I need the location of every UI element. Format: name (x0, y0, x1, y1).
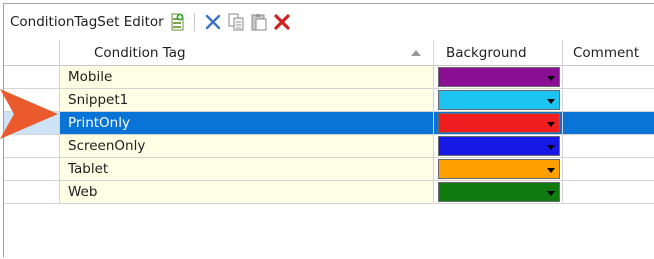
column-header-label: Background (446, 45, 527, 61)
dropdown-arrow-icon[interactable] (547, 145, 555, 150)
scissors-icon[interactable] (203, 12, 223, 32)
condition-tag-cell[interactable]: Snippet1 (60, 89, 434, 112)
table-row-selected[interactable]: PrintOnly (4, 112, 654, 135)
background-cell[interactable] (434, 158, 563, 181)
dropdown-arrow-icon[interactable] (547, 99, 555, 104)
comment-cell[interactable] (563, 112, 654, 135)
column-header-background[interactable]: Background (434, 40, 563, 66)
dropdown-arrow-icon[interactable] (547, 191, 555, 196)
background-cell[interactable] (434, 112, 563, 135)
condition-tag-name: ScreenOnly (68, 138, 146, 154)
condition-tag-name: Web (68, 184, 98, 200)
comment-cell[interactable] (563, 66, 654, 89)
condition-tag-name: PrintOnly (68, 115, 130, 131)
dropdown-arrow-icon[interactable] (547, 168, 555, 173)
editor-title: ConditionTagSet Editor (10, 14, 164, 30)
color-picker[interactable] (438, 67, 560, 87)
condition-tag-cell[interactable]: ScreenOnly (60, 135, 434, 158)
dropdown-arrow-icon[interactable] (547, 122, 555, 127)
color-picker[interactable] (438, 90, 560, 110)
header-row: Condition Tag Background Comment (4, 40, 654, 66)
background-cell[interactable] (434, 66, 563, 89)
comment-cell[interactable] (563, 135, 654, 158)
callout-arrow-icon (0, 89, 58, 139)
table-row[interactable]: Snippet1 (4, 89, 654, 112)
toolbar-separator (193, 13, 195, 31)
row-selector[interactable] (4, 158, 60, 181)
copy-icon[interactable] (226, 12, 246, 32)
color-picker[interactable] (438, 182, 560, 202)
color-picker[interactable] (438, 113, 560, 133)
sort-ascending-icon (411, 50, 421, 56)
add-document-icon[interactable] (167, 12, 187, 32)
column-header-label: Comment (573, 45, 640, 61)
condition-tag-name: Tablet (68, 161, 109, 177)
delete-icon[interactable] (272, 12, 292, 32)
paste-icon[interactable] (249, 12, 269, 32)
table-row[interactable]: Tablet (4, 158, 654, 181)
table-row[interactable]: Web (4, 181, 654, 204)
condition-tag-cell[interactable]: Tablet (60, 158, 434, 181)
condition-tag-cell[interactable]: Web (60, 181, 434, 204)
background-cell[interactable] (434, 89, 563, 112)
dropdown-arrow-icon[interactable] (547, 76, 555, 81)
condition-tag-cell[interactable]: PrintOnly (60, 112, 434, 135)
comment-cell[interactable] (563, 158, 654, 181)
condition-tag-name: Snippet1 (68, 92, 129, 108)
table-row[interactable]: Mobile (4, 66, 654, 89)
background-cell[interactable] (434, 135, 563, 158)
row-selector-header (4, 40, 60, 66)
column-header-comment[interactable]: Comment (563, 40, 654, 66)
row-selector[interactable] (4, 181, 60, 204)
table-row[interactable]: ScreenOnly (4, 135, 654, 158)
comment-cell[interactable] (563, 89, 654, 112)
toolbar: ConditionTagSet Editor (4, 4, 654, 40)
column-header-condition-tag[interactable]: Condition Tag (60, 40, 434, 66)
condition-tag-name: Mobile (68, 69, 113, 85)
condition-tag-set-editor: ConditionTagSet Editor Condition Tag Bac… (3, 3, 654, 257)
color-picker[interactable] (438, 136, 560, 156)
background-cell[interactable] (434, 181, 563, 204)
color-picker[interactable] (438, 159, 560, 179)
comment-cell[interactable] (563, 181, 654, 204)
row-selector[interactable] (4, 66, 60, 89)
column-header-label: Condition Tag (94, 45, 186, 61)
condition-tag-cell[interactable]: Mobile (60, 66, 434, 89)
